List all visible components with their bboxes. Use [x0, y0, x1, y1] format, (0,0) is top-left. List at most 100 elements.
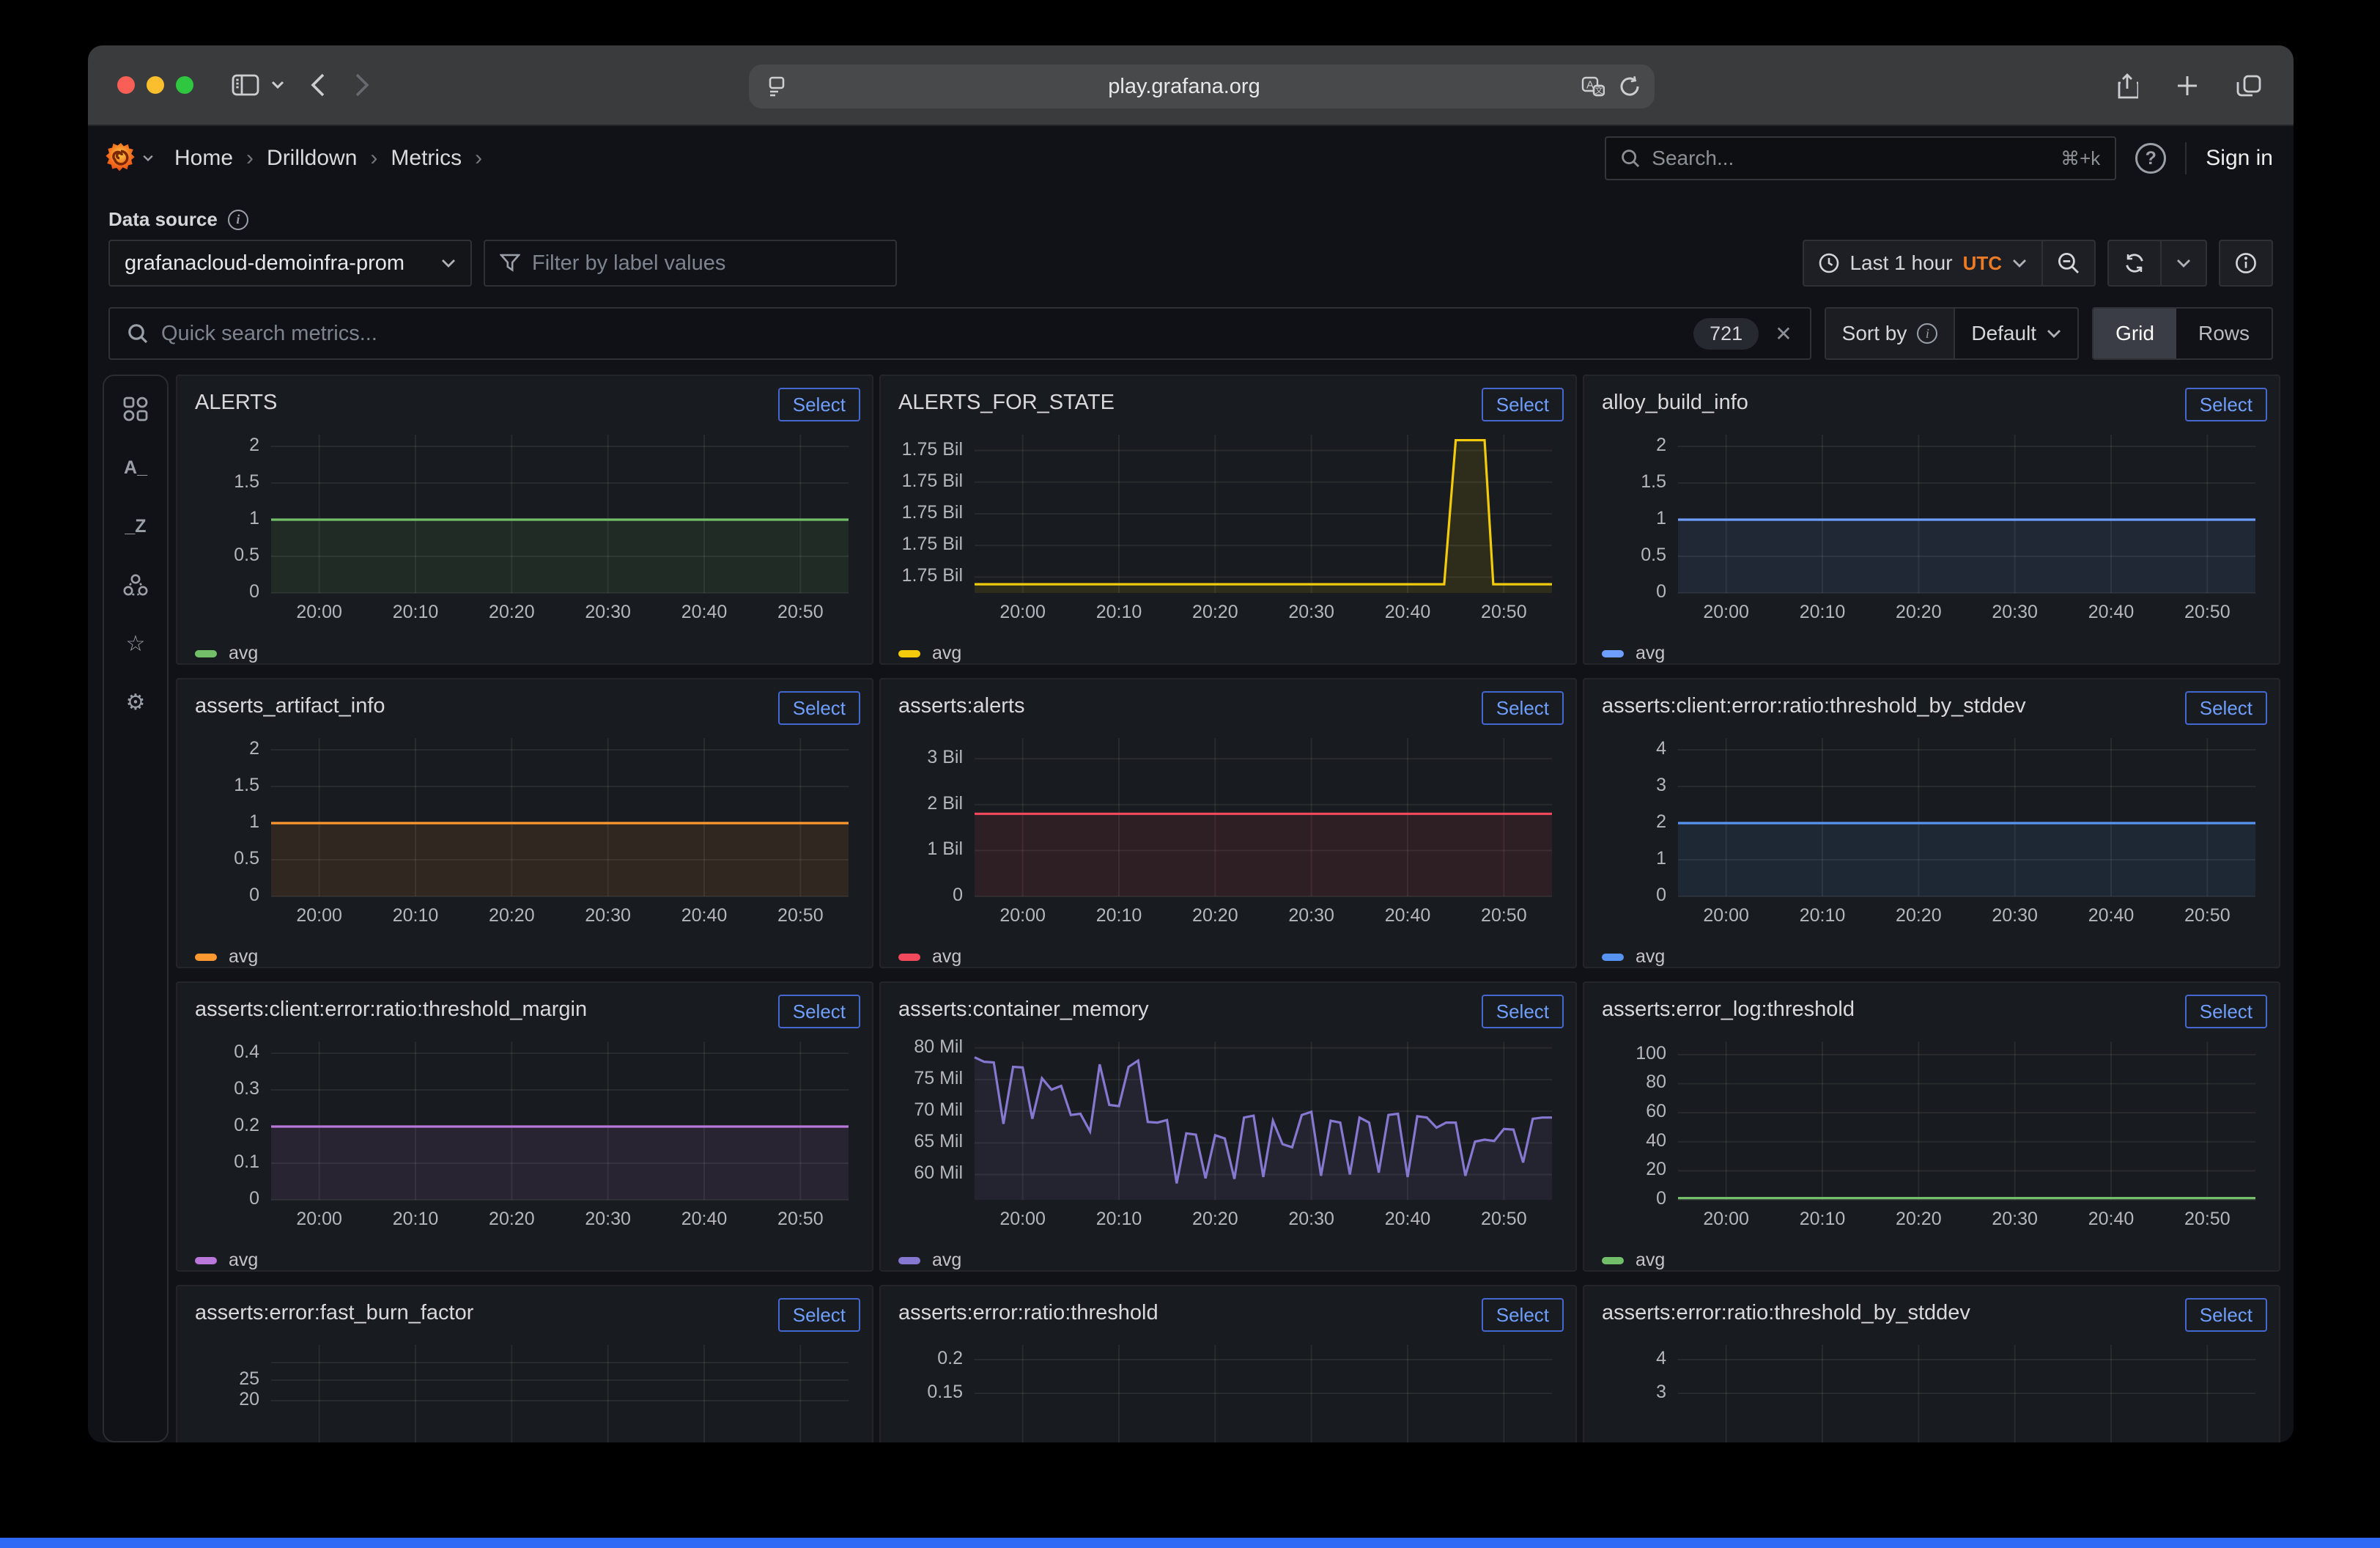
- select-button[interactable]: Select: [1482, 691, 1564, 725]
- group-icon[interactable]: [123, 572, 148, 597]
- metrics-sidebar: A_ _Z ☆ ⚙: [103, 375, 169, 1442]
- legend-item[interactable]: avg: [898, 946, 961, 968]
- sign-in-button[interactable]: Sign in: [2206, 146, 2273, 171]
- x-axis-tick: 20:20: [1192, 905, 1238, 926]
- chevron-down-icon: [441, 259, 456, 268]
- reader-icon[interactable]: [766, 76, 787, 97]
- legend-item[interactable]: avg: [1602, 946, 1665, 968]
- x-axis-tick: 20:10: [1096, 602, 1142, 623]
- reload-icon[interactable]: [1619, 75, 1640, 97]
- clear-search-icon[interactable]: ✕: [1775, 322, 1792, 346]
- sidebar-toggle-icon[interactable]: [232, 74, 259, 96]
- new-tab-icon[interactable]: [2176, 75, 2198, 97]
- x-axis-tick: 20:00: [999, 602, 1046, 623]
- legend-item[interactable]: avg: [195, 1250, 258, 1271]
- select-button[interactable]: Select: [778, 691, 860, 725]
- filter-suffix-z-icon[interactable]: _Z: [123, 514, 148, 539]
- time-range-button[interactable]: Last 1 hour UTC: [1804, 241, 2041, 285]
- select-button[interactable]: Select: [2185, 995, 2267, 1028]
- breadcrumb-metrics[interactable]: Metrics: [391, 146, 462, 171]
- filter-prefix-a-icon[interactable]: A_: [123, 455, 148, 480]
- view-grid-button[interactable]: Grid: [2093, 309, 2176, 358]
- metric-panel: asserts:error:ratio:threshold_by_stddevS…: [1583, 1285, 2280, 1442]
- gear-icon[interactable]: ⚙: [123, 690, 148, 715]
- select-button[interactable]: Select: [1482, 1298, 1564, 1332]
- help-icon[interactable]: ?: [2135, 143, 2166, 174]
- desktop-accent-bar: [0, 1538, 2380, 1548]
- translate-icon[interactable]: A文: [1581, 76, 1605, 97]
- close-window-icon[interactable]: [117, 76, 135, 94]
- tab-overview-icon[interactable]: [2236, 75, 2261, 97]
- label-filter-field[interactable]: [532, 251, 881, 276]
- apps-grid-icon[interactable]: [123, 397, 148, 421]
- forward-icon[interactable]: [355, 73, 369, 97]
- y-axis-tick: 0: [189, 1188, 259, 1209]
- refresh-button[interactable]: [2109, 241, 2160, 285]
- y-axis-tick: 1: [189, 811, 259, 833]
- x-axis-tick: 20:00: [1703, 602, 1749, 623]
- panel-chart: 21.510.5020:0020:1020:2020:3020:4020:50a…: [189, 738, 860, 968]
- panel-title: asserts:container_memory: [892, 995, 1149, 1022]
- sort-select[interactable]: Default: [1955, 309, 2077, 358]
- y-axis-tick: 0.2: [189, 1115, 259, 1136]
- y-axis-tick: 1.75 Bil: [892, 439, 963, 460]
- panel-info-button[interactable]: [2220, 241, 2272, 285]
- timezone-badge: UTC: [1963, 252, 2002, 275]
- select-button[interactable]: Select: [2185, 388, 2267, 421]
- select-button[interactable]: Select: [2185, 1298, 2267, 1332]
- select-button[interactable]: Select: [2185, 691, 2267, 725]
- legend-item[interactable]: avg: [898, 643, 961, 664]
- legend-color-pill: [195, 1257, 217, 1264]
- select-button[interactable]: Select: [1482, 388, 1564, 421]
- legend-item[interactable]: avg: [1602, 1250, 1665, 1271]
- view-rows-button[interactable]: Rows: [2176, 309, 2272, 358]
- global-search-field[interactable]: [1652, 147, 2049, 170]
- zoom-window-icon[interactable]: [176, 76, 193, 94]
- select-button[interactable]: Select: [778, 1298, 860, 1332]
- refresh-icon: [2124, 252, 2146, 274]
- zoom-out-button[interactable]: [2041, 241, 2094, 285]
- grafana-logo[interactable]: [106, 143, 136, 174]
- y-axis-tick: 0: [1596, 1188, 1666, 1209]
- traffic-lights: [117, 76, 193, 94]
- legend-item[interactable]: avg: [1602, 643, 1665, 664]
- legend-color-pill: [898, 650, 920, 657]
- quick-search-field[interactable]: [161, 322, 1680, 346]
- header-divider: [2185, 142, 2187, 174]
- star-icon[interactable]: ☆: [123, 631, 148, 656]
- legend-item[interactable]: avg: [898, 1250, 961, 1271]
- share-icon[interactable]: [2116, 73, 2138, 99]
- chevron-down-icon: [2047, 329, 2061, 338]
- x-axis-tick: 20:00: [999, 1209, 1046, 1230]
- legend-item[interactable]: avg: [195, 946, 258, 968]
- tab-group-chevron-icon[interactable]: [271, 81, 284, 89]
- legend-item[interactable]: avg: [195, 643, 258, 664]
- y-axis-tick: 2: [189, 435, 259, 456]
- info-icon[interactable]: i: [1917, 323, 1937, 344]
- legend-color-pill: [1602, 650, 1624, 657]
- breadcrumb-home[interactable]: Home: [174, 146, 233, 171]
- metric-panel: asserts:container_memorySelect80 Mil75 M…: [879, 981, 1577, 1272]
- panel-title: asserts:client:error:ratio:threshold_mar…: [189, 995, 587, 1022]
- browser-window: play.grafana.org A文: [88, 45, 2294, 1442]
- breadcrumb-drilldown[interactable]: Drilldown: [267, 146, 357, 171]
- x-axis-tick: 20:10: [1096, 1209, 1142, 1230]
- info-icon[interactable]: i: [228, 210, 248, 230]
- global-search-input[interactable]: ⌘+k: [1605, 136, 2116, 180]
- minimize-window-icon[interactable]: [147, 76, 164, 94]
- select-button[interactable]: Select: [1482, 995, 1564, 1028]
- quick-search-input[interactable]: 721 ✕: [108, 307, 1811, 360]
- select-button[interactable]: Select: [778, 388, 860, 421]
- back-icon[interactable]: [311, 73, 325, 97]
- y-axis-tick: 1.75 Bil: [892, 502, 963, 523]
- address-bar[interactable]: play.grafana.org A文: [749, 64, 1655, 108]
- datasource-select[interactable]: grafanacloud-demoinfra-prom: [108, 240, 472, 287]
- label-filter-input[interactable]: [484, 240, 897, 287]
- org-switcher-chevron-icon[interactable]: [142, 155, 154, 162]
- select-button[interactable]: Select: [778, 995, 860, 1028]
- x-axis-tick: 20:50: [777, 602, 824, 623]
- refresh-interval-button[interactable]: [2160, 241, 2206, 285]
- x-axis-tick: 20:50: [2184, 1209, 2231, 1230]
- panel-title: alloy_build_info: [1596, 388, 1748, 415]
- y-axis-tick: 80 Mil: [892, 1036, 963, 1058]
